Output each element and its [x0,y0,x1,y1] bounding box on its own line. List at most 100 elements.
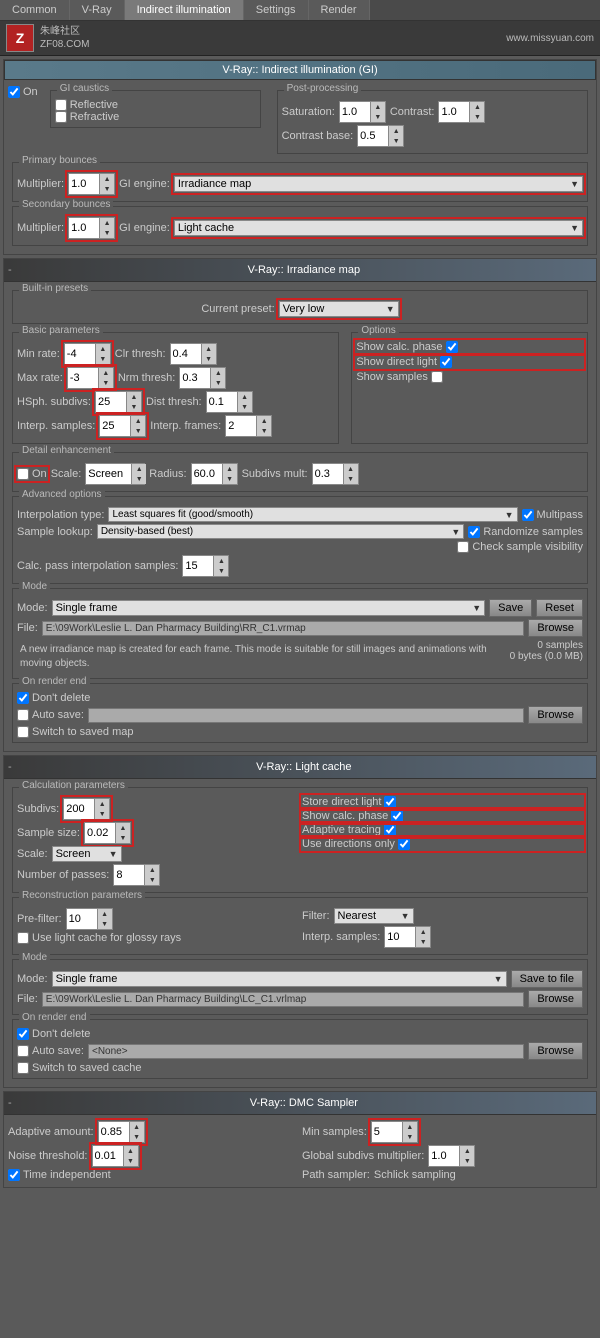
interpolation-type-dropdown[interactable]: Least squares fit (good/smooth) ▼ [108,507,517,522]
reflective-checkbox[interactable]: Reflective [55,99,256,111]
bytes-count: 0 bytes (0.0 MB) [510,651,583,662]
auto-save-checkbox[interactable]: Auto save: [17,709,84,721]
show-direct-light-checkbox[interactable]: Show direct light [356,356,583,368]
use-directions-checkbox[interactable]: Use directions only [302,838,583,850]
secondary-multiplier-spinbox[interactable]: 1.0 ▲▼ [68,217,115,239]
primary-multiplier-spinbox[interactable]: 1.0 ▲▼ [68,173,115,195]
saturation-spinbox[interactable]: 1.0 ▲▼ [339,101,386,123]
sample-size-spinbox[interactable]: 0.02 ▲▼ [84,822,131,844]
refractive-checkbox[interactable]: Refractive [55,111,256,123]
dropdown-arrow-icon: ▼ [570,179,579,189]
min-samples-spinbox[interactable]: 5 ▲▼ [371,1121,418,1143]
dmc-title: V-Ray:: DMC Sampler [16,1094,592,1112]
lc-auto-save-checkbox[interactable]: Auto save: [17,1045,84,1057]
dmc-collapse-icon[interactable]: - [8,1097,12,1109]
irradiance-panel: - V-Ray:: Irradiance map Built-in preset… [3,258,597,752]
basic-options-row: Basic parameters Min rate: -4 ▲▼ Clr thr… [8,328,592,448]
primary-engine-dropdown[interactable]: Irradiance map ▼ [174,176,583,192]
adaptive-tracing-checkbox[interactable]: Adaptive tracing [302,824,583,836]
store-direct-checkbox[interactable]: Store direct light [302,796,583,808]
lc-interp-samples-spinbox[interactable]: 10 ▲▼ [384,926,431,948]
sample-lookup-dropdown[interactable]: Density-based (best) ▼ [97,524,465,539]
current-preset-dropdown[interactable]: Very low ▼ [279,301,399,317]
tab-common[interactable]: Common [0,0,70,20]
max-rate-spinbox[interactable]: -3 ▲▼ [67,367,114,389]
auto-save-field[interactable] [88,708,524,723]
show-samples-checkbox[interactable]: Show samples [356,371,583,383]
randomize-samples-checkbox[interactable]: Randomize samples [468,526,583,538]
multipass-checkbox[interactable]: Multipass [522,509,583,521]
lc-auto-save-field[interactable]: <None> [88,1044,524,1059]
subdivs-mult-spinbox[interactable]: 0.3 ▲▼ [312,463,359,485]
lc-dont-delete-checkbox[interactable]: Don't delete [17,1028,583,1040]
interp-samples-spinbox[interactable]: 25 ▲▼ [99,415,146,437]
browse-lc-button[interactable]: Browse [528,990,583,1008]
switch-to-saved-map-checkbox[interactable]: Switch to saved map [17,726,583,738]
watermark-bar: Z 朱峰社区ZF08.COM www.missyuan.com [0,21,600,56]
lc-scale-dropdown[interactable]: Screen ▼ [52,846,122,862]
calc-params-group: Calculation parameters Subdivs: 200 ▲▼ S… [12,787,588,893]
irradiance-file-path[interactable]: E:\09Work\Leslie L. Dan Pharmacy Buildin… [42,621,525,636]
dropdown-arrow-icon2: ▼ [570,223,579,233]
global-subdivs-spinbox[interactable]: 1.0 ▲▼ [428,1145,475,1167]
check-sample-visibility-checkbox[interactable]: Check sample visibility [457,541,583,553]
save-to-file-button[interactable]: Save to file [511,970,583,988]
filter-dropdown[interactable]: Nearest ▼ [334,908,414,924]
tab-render[interactable]: Render [309,0,370,20]
dmc-content: Adaptive amount: 0.85 ▲▼ Noise threshold… [4,1115,596,1187]
lc-file-path[interactable]: E:\09Work\Leslie L. Dan Pharmacy Buildin… [42,992,525,1007]
logo-icon: Z [6,24,34,52]
time-independent-checkbox[interactable]: Time independent [8,1169,298,1181]
tab-bar: Common V-Ray Indirect illumination Setti… [0,0,600,21]
light-cache-collapse-icon[interactable]: - [8,761,12,773]
save-irradiance-button[interactable]: Save [489,599,532,617]
browse-lc-auto-save-button[interactable]: Browse [528,1042,583,1060]
calc-pass-spinbox[interactable]: 15 ▲▼ [182,555,229,577]
dmc-params-row: Adaptive amount: 0.85 ▲▼ Noise threshold… [8,1119,592,1183]
hsph-subdivs-spinbox[interactable]: 25 ▲▼ [95,391,142,413]
lc-mode-dropdown[interactable]: Single frame ▼ [52,971,507,987]
irradiance-collapse-icon[interactable]: - [8,264,12,276]
gi-on-checkbox[interactable]: On [8,86,38,98]
lc-show-calc-checkbox[interactable]: Show calc. phase [302,810,583,822]
show-calc-phase-checkbox[interactable]: Show calc. phase [356,341,583,353]
tab-indirect-illumination[interactable]: Indirect illumination [125,0,244,20]
tab-settings[interactable]: Settings [244,0,309,20]
calc-params-inner: Subdivs: 200 ▲▼ Sample size: 0.02 ▲▼ [17,796,583,888]
radius-spinbox[interactable]: 60.0 ▲▼ [191,463,238,485]
dont-delete-checkbox[interactable]: Don't delete [17,692,583,704]
recon-params-inner: Pre-filter: 10 ▲▼ Use light cache for gl… [17,906,583,950]
irradiance-mode-dropdown[interactable]: Single frame ▼ [52,600,486,616]
adaptive-amount-spinbox[interactable]: 0.85 ▲▼ [98,1121,145,1143]
pre-filter-spinbox[interactable]: 10 ▲▼ [66,908,113,930]
irradiance-mode-group: Mode Mode: Single frame ▼ Save Reset Fil… [12,588,588,679]
browse-irradiance-button[interactable]: Browse [528,619,583,637]
tab-vray[interactable]: V-Ray [70,0,125,20]
use-light-cache-checkbox[interactable]: Use light cache for glossy rays [17,932,298,944]
lc-subdivs-spinbox[interactable]: 200 ▲▼ [63,798,110,820]
preset-dropdown-arrow-icon: ▼ [386,304,395,314]
advanced-options-label: Advanced options [19,489,105,500]
contrast-spinbox[interactable]: 1.0 ▲▼ [438,101,485,123]
reset-irradiance-button[interactable]: Reset [536,599,583,617]
interp-frames-spinbox[interactable]: 2 ▲▼ [225,415,272,437]
nrm-thresh-spinbox[interactable]: 0.3 ▲▼ [179,367,226,389]
min-rate-spinbox[interactable]: -4 ▲▼ [64,343,111,365]
clr-thresh-spinbox[interactable]: 0.4 ▲▼ [170,343,217,365]
recon-params-label: Reconstruction parameters [19,890,145,901]
site-name: 朱峰社区ZF08.COM [40,25,89,51]
secondary-bounces-label: Secondary bounces [19,199,113,210]
irradiance-render-end-label: On render end [19,676,90,687]
number-passes-spinbox[interactable]: 8 ▲▼ [113,864,160,886]
lc-render-end-label: On render end [19,1012,90,1023]
switch-to-saved-cache-checkbox[interactable]: Switch to saved cache [17,1062,583,1074]
detail-on-checkbox[interactable]: On [17,468,47,480]
sample-lookup-arrow-icon: ▼ [451,527,460,537]
secondary-engine-dropdown[interactable]: Light cache ▼ [174,220,583,236]
noise-threshold-spinbox[interactable]: 0.01 ▲▼ [92,1145,139,1167]
browse-auto-save-button[interactable]: Browse [528,706,583,724]
contrast-base-spinbox[interactable]: 0.5 ▲▼ [357,125,404,147]
scale-spinbox[interactable]: Screen ▲▼ [85,463,145,485]
gi-panel: V-Ray:: Indirect illumination (GI) On GI… [3,59,597,255]
dist-thresh-spinbox[interactable]: 0.1 ▲▼ [206,391,253,413]
